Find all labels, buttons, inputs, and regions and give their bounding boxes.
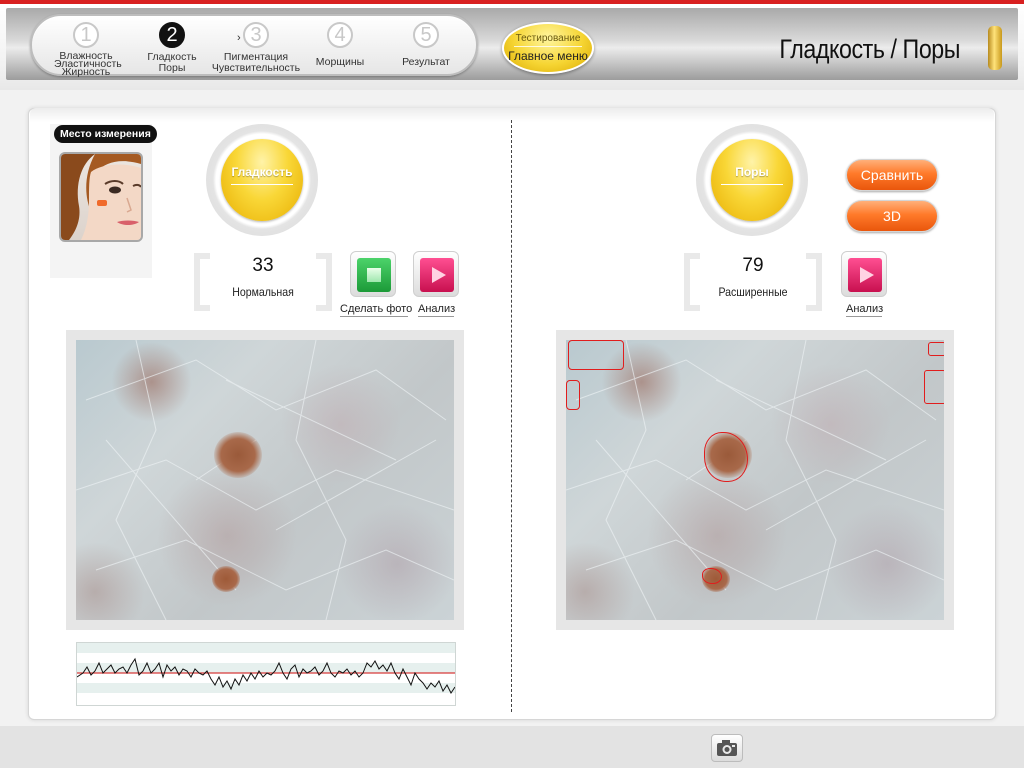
main-menu-button[interactable]: Тестирование Главное меню <box>502 22 594 74</box>
smoothness-orb-ring: Гладкость <box>206 124 318 236</box>
pores-photo-frame <box>556 330 954 630</box>
step-5-line-1: Результат <box>402 56 450 68</box>
pores-orb-label: Поры <box>735 165 769 179</box>
take-photo-button[interactable] <box>350 251 396 297</box>
mole-small <box>212 566 240 592</box>
footer-bar <box>0 726 1024 768</box>
mole-large <box>214 432 262 478</box>
pores-orb[interactable]: Поры <box>711 139 793 221</box>
smoothness-value: 33 <box>252 255 274 276</box>
title-gold-bar <box>988 26 1002 70</box>
pore-outline-top-right <box>928 342 944 356</box>
step-1-line-3: Жирность <box>61 66 111 78</box>
camera-icon <box>717 740 737 756</box>
smoothness-orb-label: Гладкость <box>231 165 293 179</box>
smoothness-orb[interactable]: Гладкость <box>221 139 303 221</box>
steps-navigation: 1 Влажность Эластичность Жирность 2 Глад… <box>30 14 478 78</box>
pore-outline-top-left <box>568 340 624 370</box>
smoothness-photo-frame <box>66 330 464 630</box>
pores-orb-line <box>721 184 783 185</box>
pores-value: 79 <box>742 255 764 276</box>
header-bar: 1 Влажность Эластичность Жирность 2 Глад… <box>6 8 1018 80</box>
compare-button[interactable]: Сравнить <box>846 159 938 191</box>
page-title: Гладкость / Поры <box>779 34 960 64</box>
measurement-place-label: Место измерения <box>54 125 157 143</box>
step-2-number: 2 <box>159 22 185 48</box>
pores-analyze-button[interactable] <box>841 251 887 297</box>
smoothness-analyze-button[interactable] <box>413 251 459 297</box>
pore-outline-left <box>566 380 580 410</box>
step-1-number: 1 <box>73 22 99 48</box>
smoothness-orb-line <box>231 184 293 185</box>
step-2-line-2: Поры <box>158 62 186 74</box>
smoothness-analyze-label[interactable]: Анализ <box>418 303 455 317</box>
step-2-line-1: Гладкость <box>147 51 197 63</box>
profile-graph <box>76 643 456 694</box>
skin-texture <box>566 340 944 620</box>
face-illustration <box>61 154 141 240</box>
step-3-pigmentation[interactable]: 3 Пигментация Чувствительность <box>210 20 302 74</box>
step-1-moisture[interactable]: 1 Влажность Эластичность Жирность <box>54 20 122 78</box>
smoothness-result-box: 33 Нормальная <box>194 253 332 311</box>
pores-analyze-label[interactable]: Анализ <box>846 303 883 317</box>
panel-divider <box>511 120 512 712</box>
main-menu-button-top-label: Тестирование <box>515 33 581 44</box>
camera-shutter-icon <box>357 258 391 292</box>
pores-class: Расширенные <box>718 285 788 299</box>
pores-orb-ring: Поры <box>696 124 808 236</box>
step-4-line-1: Морщины <box>315 56 365 68</box>
step-3-line-1: Пигментация <box>223 51 289 63</box>
smoothness-profile-chart <box>76 642 456 706</box>
pores-skin-photo <box>566 340 944 620</box>
play-triangle-icon <box>420 258 454 292</box>
main-menu-button-label: Главное меню <box>508 49 588 63</box>
3d-button[interactable]: 3D <box>846 200 938 232</box>
step-3-line-2: Чувствительность <box>211 62 301 74</box>
step-4-number: 4 <box>327 22 353 48</box>
step-5-result[interactable]: 5 Результат <box>394 20 458 74</box>
smoothness-class: Нормальная <box>232 285 294 299</box>
pore-outline-right <box>924 370 944 404</box>
skin-texture <box>76 340 454 620</box>
step-2-smoothness[interactable]: 2 Гладкость Поры <box>140 20 204 74</box>
main-menu-button-divider <box>514 46 582 47</box>
take-photo-label[interactable]: Сделать фото <box>340 303 412 317</box>
step-5-number: 5 <box>413 22 439 48</box>
header: 1 Влажность Эластичность Жирность 2 Глад… <box>0 4 1024 90</box>
panel-top-shade <box>30 108 994 122</box>
camera-button[interactable] <box>711 734 743 762</box>
step-3-number: 3 <box>243 22 269 48</box>
face-measurement-icon[interactable] <box>59 152 143 242</box>
play-triangle-icon <box>848 258 882 292</box>
step-4-wrinkles[interactable]: 4 Морщины <box>308 20 372 74</box>
smoothness-skin-photo <box>76 340 454 620</box>
pores-result-box: 79 Расширенные <box>684 253 822 311</box>
pore-outline-small <box>702 568 722 584</box>
